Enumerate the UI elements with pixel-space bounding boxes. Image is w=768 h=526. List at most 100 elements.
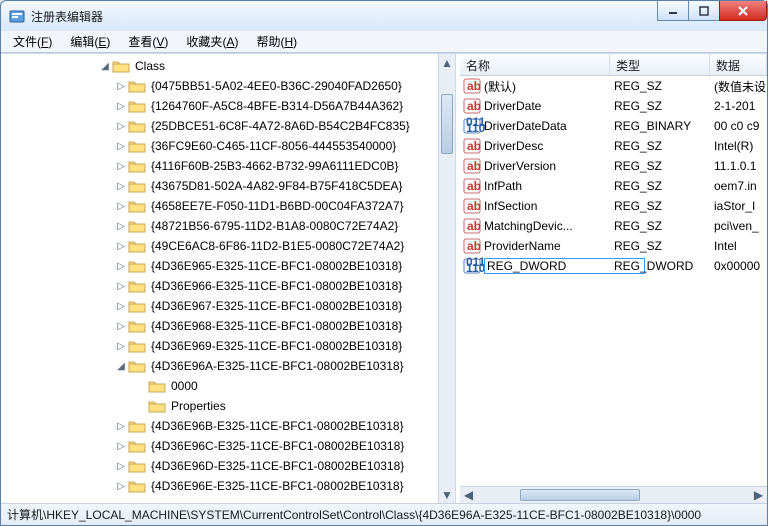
tree-child-node[interactable]: Properties <box>5 396 455 416</box>
tree-node[interactable]: ▷ {4D36E968-E325-11CE-BFC1-08002BE10318} <box>5 316 455 336</box>
tree-node[interactable]: ▷ {43675D81-502A-4A82-9F84-B75F418C5DEA} <box>5 176 455 196</box>
list-item[interactable]: DriverDateData REG_BINARY 00 c0 c9 <box>460 116 767 136</box>
close-button[interactable] <box>719 1 767 21</box>
scroll-right-icon[interactable]: ▶ <box>750 487 767 503</box>
tree-node[interactable]: ▷ {49CE6AC8-6F86-11D2-B1E5-0080C72E74A2} <box>5 236 455 256</box>
collapsed-toggle-icon[interactable]: ▷ <box>115 320 127 332</box>
list-item[interactable]: InfSection REG_SZ iaStor_I <box>460 196 767 216</box>
collapsed-toggle-icon[interactable]: ▷ <box>115 420 127 432</box>
list-scroll-thumb[interactable] <box>520 489 640 501</box>
value-name: (默认) <box>484 78 516 95</box>
folder-icon <box>129 279 145 293</box>
folder-icon <box>129 239 145 253</box>
scroll-down-icon[interactable]: ▼ <box>439 486 455 503</box>
collapsed-toggle-icon[interactable]: ▷ <box>115 440 127 452</box>
folder-icon <box>129 359 145 373</box>
tree-node[interactable]: ▷ {4D36E967-E325-11CE-BFC1-08002BE10318} <box>5 296 455 316</box>
value-data: 2-1-201 <box>710 99 767 113</box>
menu-view[interactable]: 查看(V) <box>120 31 176 52</box>
value-type: REG_SZ <box>610 159 710 173</box>
value-name: DriverDate <box>484 99 541 113</box>
collapsed-toggle-icon[interactable]: ▷ <box>115 160 127 172</box>
collapsed-toggle-icon[interactable]: ▷ <box>115 280 127 292</box>
collapsed-toggle-icon[interactable]: ▷ <box>115 340 127 352</box>
tree-node[interactable]: ▷ {36FC9E60-C465-11CF-8056-444553540000} <box>5 136 455 156</box>
folder-icon <box>129 299 145 313</box>
tree-node-expanded[interactable]: ◢ {4D36E96A-E325-11CE-BFC1-08002BE10318} <box>5 356 455 376</box>
column-name[interactable]: 名称 <box>460 54 610 75</box>
value-type: REG_SZ <box>610 239 710 253</box>
tree-node[interactable]: ▷ {4D36E96E-E325-11CE-BFC1-08002BE10318} <box>5 476 455 496</box>
tree-node[interactable]: ▷ {4116F60B-25B3-4662-B732-99A6111EDC0B} <box>5 156 455 176</box>
minimize-button[interactable] <box>657 1 689 21</box>
titlebar[interactable]: 注册表编辑器 <box>1 1 767 31</box>
tree-node[interactable]: ▷ {4D36E96C-E325-11CE-BFC1-08002BE10318} <box>5 436 455 456</box>
list-item[interactable]: DriverDate REG_SZ 2-1-201 <box>460 96 767 116</box>
maximize-button[interactable] <box>688 1 720 21</box>
collapsed-toggle-icon[interactable]: ▷ <box>115 80 127 92</box>
registry-editor-window: 注册表编辑器 文件(F) 编辑(E) 查看(V) 收藏夹(A) 帮助(H) <box>0 0 768 526</box>
scroll-up-icon[interactable]: ▲ <box>439 54 455 71</box>
folder-icon <box>129 319 145 333</box>
tree-label: {25DBCE51-6C8F-4A72-8A6D-B54C2B4FC835} <box>149 119 412 133</box>
value-type: REG_SZ <box>610 99 710 113</box>
collapsed-toggle-icon[interactable]: ▷ <box>115 200 127 212</box>
collapsed-toggle-icon[interactable]: ▷ <box>115 100 127 112</box>
string-value-icon <box>464 138 480 154</box>
list-item-editing[interactable]: REG_DWORD 0x00000 <box>460 256 767 276</box>
tree-node[interactable]: ▷ {25DBCE51-6C8F-4A72-8A6D-B54C2B4FC835} <box>5 116 455 136</box>
tree-node[interactable]: ▷ {48721B56-6795-11D2-B1A8-0080C72E74A2} <box>5 216 455 236</box>
list-item[interactable]: InfPath REG_SZ oem7.in <box>460 176 767 196</box>
tree-node[interactable]: ▷ {4D36E966-E325-11CE-BFC1-08002BE10318} <box>5 276 455 296</box>
expanded-toggle-icon[interactable]: ◢ <box>99 60 111 72</box>
collapsed-toggle-icon[interactable]: ▷ <box>115 260 127 272</box>
folder-icon <box>129 479 145 493</box>
value-name: DriverDateData <box>484 119 567 133</box>
minimize-icon <box>668 6 678 16</box>
collapsed-toggle-icon[interactable]: ▷ <box>115 300 127 312</box>
column-data[interactable]: 数据 <box>710 54 767 75</box>
list-item[interactable]: ProviderName REG_SZ Intel <box>460 236 767 256</box>
tree-node[interactable]: ▷ {4D36E965-E325-11CE-BFC1-08002BE10318} <box>5 256 455 276</box>
value-name: MatchingDevic... <box>484 219 573 233</box>
list-item[interactable]: DriverVersion REG_SZ 11.1.0.1 <box>460 156 767 176</box>
tree-node[interactable]: ▷ {4D36E96B-E325-11CE-BFC1-08002BE10318} <box>5 416 455 436</box>
tree-node[interactable]: ▷ {1264760F-A5C8-4BFE-B314-D56A7B44A362} <box>5 96 455 116</box>
tree-vscrollbar[interactable]: ▲ ▼ <box>438 54 455 503</box>
menu-edit[interactable]: 编辑(E) <box>62 31 118 52</box>
binary-value-icon <box>464 118 480 134</box>
collapsed-toggle-icon[interactable]: ▷ <box>115 240 127 252</box>
expanded-toggle-icon[interactable]: ◢ <box>115 360 127 372</box>
tree-label: {4D36E967-E325-11CE-BFC1-08002BE10318} <box>149 299 404 313</box>
collapsed-toggle-icon[interactable]: ▷ <box>115 140 127 152</box>
collapsed-toggle-icon[interactable]: ▷ <box>115 120 127 132</box>
tree-scroll-thumb[interactable] <box>441 94 453 154</box>
tree-label: {4D36E96C-E325-11CE-BFC1-08002BE10318} <box>149 439 406 453</box>
column-type[interactable]: 类型 <box>610 54 710 75</box>
list-item[interactable]: MatchingDevic... REG_SZ pci\ven_ <box>460 216 767 236</box>
tree-child-node[interactable]: 0000 <box>5 376 455 396</box>
string-value-icon <box>464 98 480 114</box>
menu-help[interactable]: 帮助(H) <box>248 31 305 52</box>
collapsed-toggle-icon[interactable]: ▷ <box>115 220 127 232</box>
collapsed-toggle-icon[interactable]: ▷ <box>115 180 127 192</box>
list-item[interactable]: DriverDesc REG_SZ Intel(R) <box>460 136 767 156</box>
collapsed-toggle-icon[interactable]: ▷ <box>115 480 127 492</box>
tree-scroll[interactable]: ◢ Class ▷ {0475BB51-5A02-4EE0-B36C-29040… <box>1 54 455 503</box>
folder-icon <box>129 199 145 213</box>
string-value-icon <box>464 178 480 194</box>
tree-node-class[interactable]: ◢ Class <box>5 56 455 76</box>
scroll-left-icon[interactable]: ◀ <box>460 487 477 503</box>
collapsed-toggle-icon[interactable]: ▷ <box>115 460 127 472</box>
list-body[interactable]: (默认) REG_SZ (数值未设 DriverDate REG_SZ 2-1-… <box>460 76 767 486</box>
tree-node[interactable]: ▷ {0475BB51-5A02-4EE0-B36C-29040FAD2650} <box>5 76 455 96</box>
folder-icon <box>149 379 165 393</box>
menu-favorites[interactable]: 收藏夹(A) <box>178 31 246 52</box>
list-item[interactable]: (默认) REG_SZ (数值未设 <box>460 76 767 96</box>
value-type: REG_SZ <box>610 219 710 233</box>
list-hscrollbar[interactable]: ◀ ▶ <box>460 486 767 503</box>
tree-node[interactable]: ▷ {4658EE7E-F050-11D1-B6BD-00C04FA372A7} <box>5 196 455 216</box>
tree-node[interactable]: ▷ {4D36E969-E325-11CE-BFC1-08002BE10318} <box>5 336 455 356</box>
tree-node[interactable]: ▷ {4D36E96D-E325-11CE-BFC1-08002BE10318} <box>5 456 455 476</box>
menu-file[interactable]: 文件(F) <box>5 31 60 52</box>
